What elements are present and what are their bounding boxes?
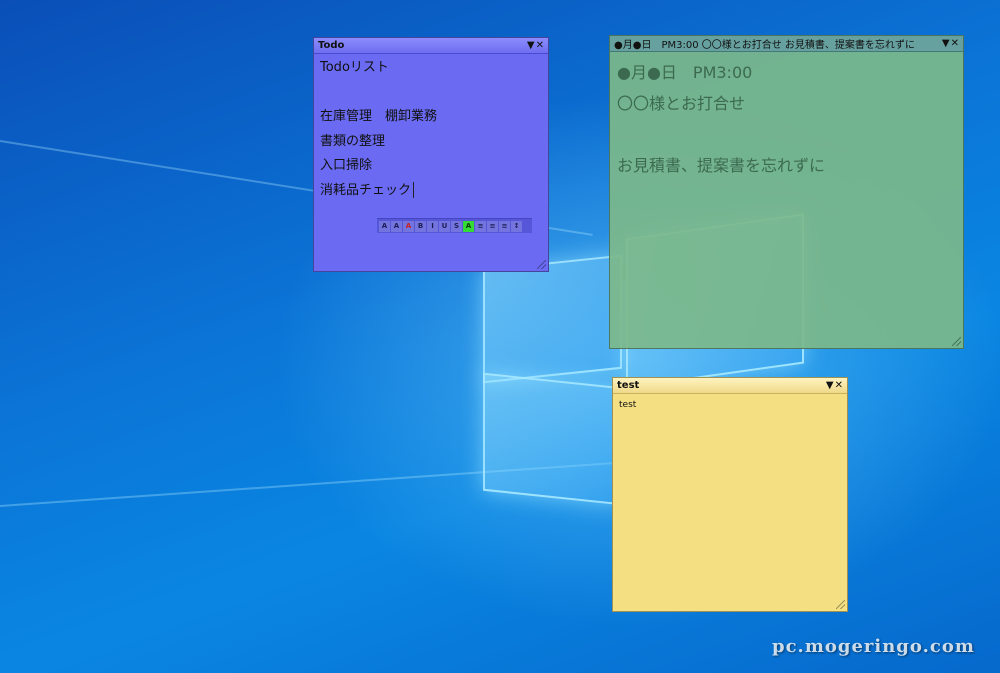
note-titlebar[interactable]: ●月●日 PM3:00 〇〇様とお打合せ お見積書、提案書を忘れずに ▼ ✕ (610, 36, 963, 52)
note-line-with-caret: 消耗品チェック (320, 179, 542, 204)
note-line: Todoリスト (320, 60, 389, 75)
menu-dropdown-icon[interactable]: ▼ (826, 380, 834, 391)
highlight-button[interactable]: A (463, 220, 474, 232)
note-title: ●月●日 PM3:00 〇〇様とお打合せ お見積書、提案書を忘れずに (614, 40, 915, 51)
italic-button[interactable]: I (427, 220, 438, 232)
resize-grip-icon[interactable] (836, 600, 845, 609)
resize-grip-icon[interactable] (952, 337, 961, 346)
format-toolbar: A A A B I U S A ≡ ≡ ≡ ↕ (377, 218, 532, 233)
note-body[interactable]: Todoリスト 在庫管理 棚卸業務 書類の整理 入口掃除 消耗品チェック (314, 54, 548, 208)
note-title: test (617, 380, 640, 391)
sticky-note-meeting[interactable]: ●月●日 PM3:00 〇〇様とお打合せ お見積書、提案書を忘れずに ▼ ✕ ●… (609, 35, 964, 349)
windows-logo-pane (483, 372, 622, 506)
align-right-button[interactable]: ≡ (499, 220, 510, 232)
note-line (320, 81, 542, 106)
line-spacing-button[interactable]: ↕ (511, 220, 522, 232)
close-icon[interactable]: ✕ (835, 380, 843, 391)
note-line: 消耗品チェック (320, 182, 412, 198)
font-color-button[interactable]: A (403, 220, 414, 232)
close-icon[interactable]: ✕ (536, 40, 544, 51)
note-body[interactable]: ●月●日 PM3:00 〇〇様とお打合せ お見積書、提案書を忘れずに (610, 52, 963, 185)
bold-button[interactable]: B (415, 220, 426, 232)
align-center-button[interactable]: ≡ (487, 220, 498, 232)
note-line: お見積書、提案書を忘れずに (617, 156, 826, 175)
note-title: Todo (318, 40, 345, 51)
note-titlebar[interactable]: Todo ▼ ✕ (314, 38, 548, 54)
note-line: ●月●日 PM3:00 (617, 63, 753, 82)
note-titlebar[interactable]: test ▼ ✕ (613, 378, 847, 394)
note-line: 書類の整理 (320, 133, 386, 149)
strikethrough-button[interactable]: S (451, 220, 462, 232)
sticky-note-todo[interactable]: Todo ▼ ✕ Todoリスト 在庫管理 棚卸業務 書類の整理 入口掃除 消耗… (313, 37, 549, 272)
align-left-button[interactable]: ≡ (475, 220, 486, 232)
note-line: 在庫管理 棚卸業務 (320, 109, 438, 125)
font-size-down-button[interactable]: A (379, 220, 390, 232)
sticky-note-test[interactable]: test ▼ ✕ test (612, 377, 848, 612)
font-size-up-button[interactable]: A (391, 220, 402, 232)
note-line (617, 119, 957, 150)
menu-dropdown-icon[interactable]: ▼ (527, 40, 535, 51)
underline-button[interactable]: U (439, 220, 450, 232)
note-body[interactable]: test (613, 394, 847, 416)
note-line: 〇〇様とお打合せ (617, 94, 746, 113)
windows-logo-pane (483, 254, 622, 384)
site-watermark: pc.mogeringo.com (772, 636, 975, 657)
close-icon[interactable]: ✕ (951, 38, 959, 49)
note-line: test (619, 400, 637, 410)
note-line: 入口掃除 (320, 158, 373, 174)
resize-grip-icon[interactable] (537, 260, 546, 269)
text-caret (413, 182, 415, 199)
menu-dropdown-icon[interactable]: ▼ (942, 38, 950, 49)
